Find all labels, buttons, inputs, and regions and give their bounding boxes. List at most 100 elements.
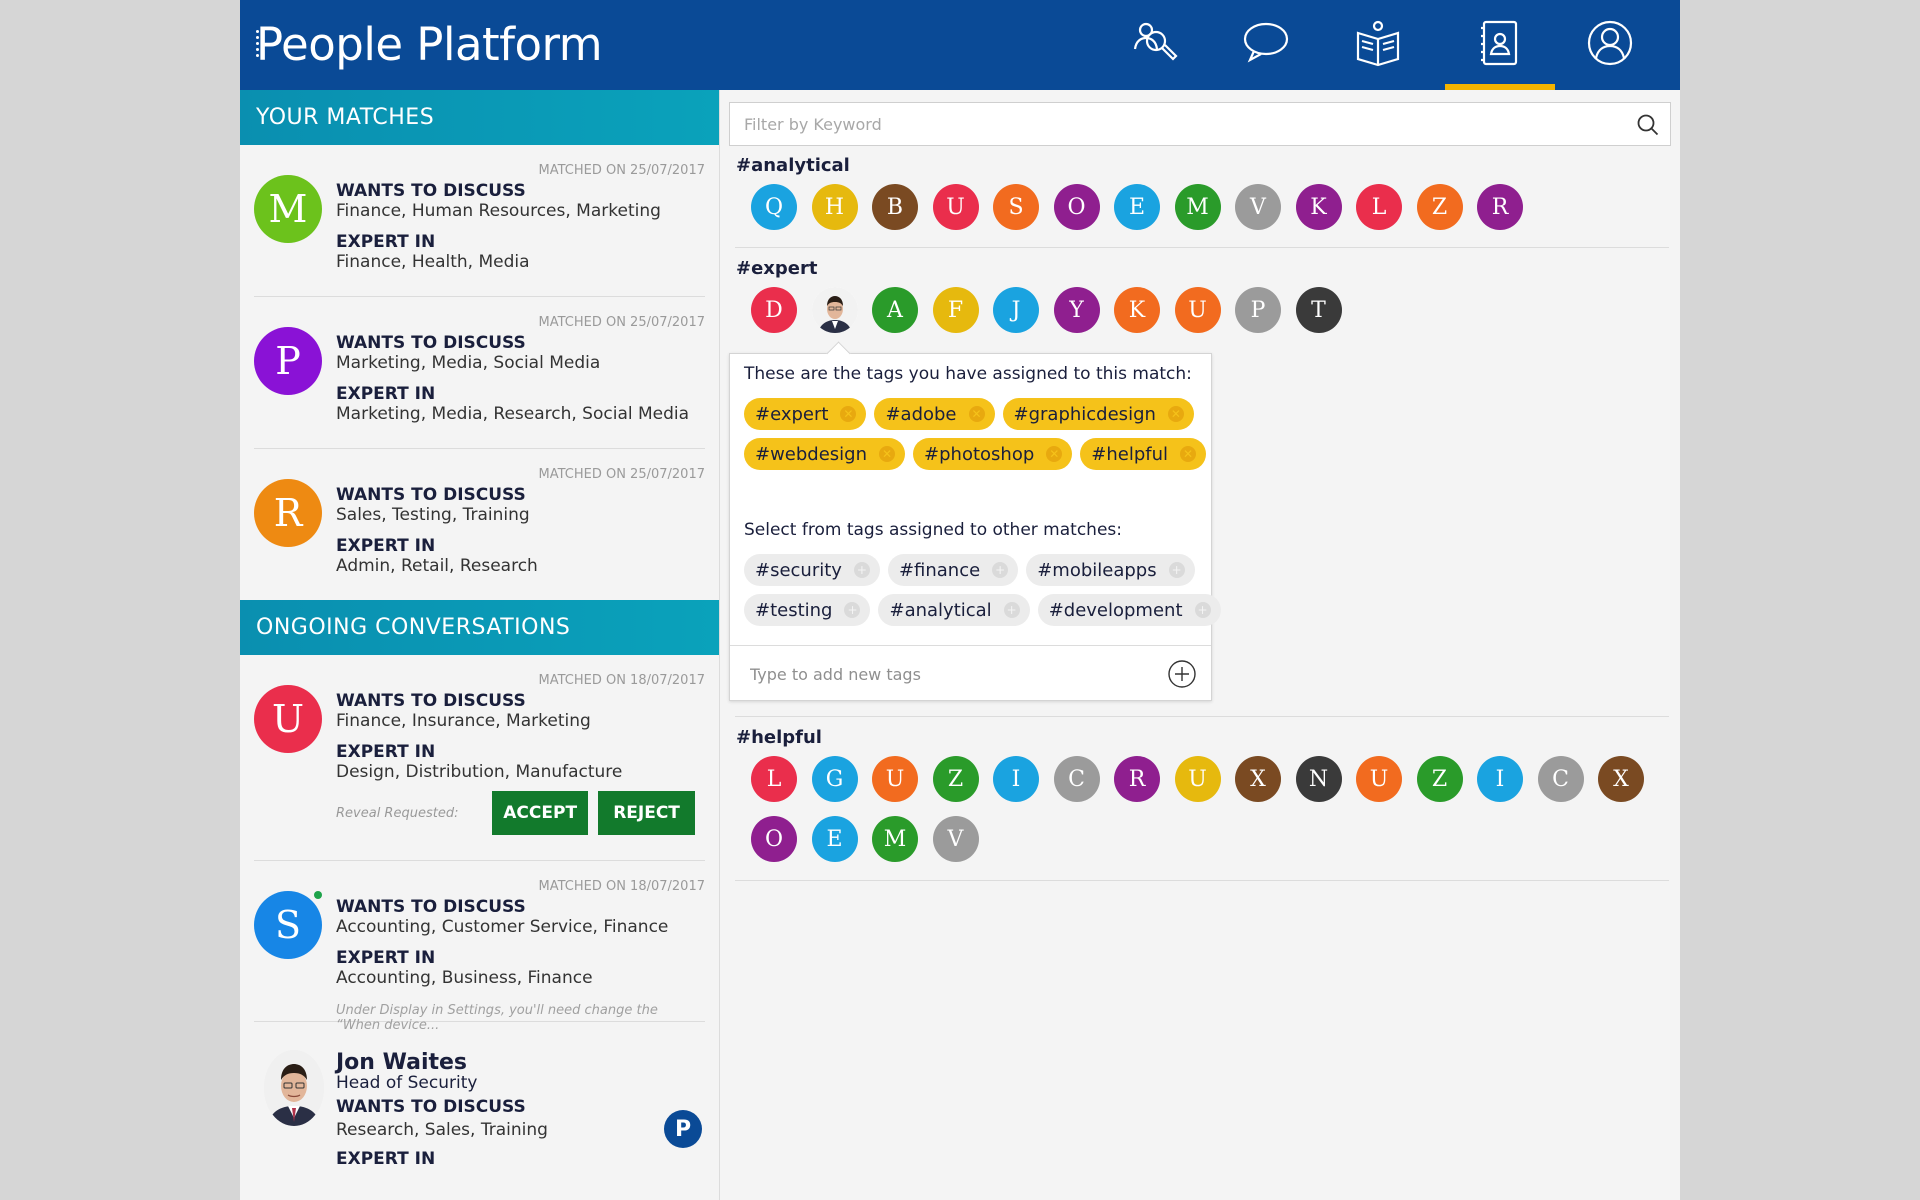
- person-avatar[interactable]: M: [1174, 184, 1221, 230]
- avatar: U: [254, 685, 322, 753]
- person-avatar[interactable]: X: [1235, 756, 1281, 802]
- main-panel: #analytical QHBUSOEMVKLZR #expert DAFJYK…: [721, 90, 1680, 1200]
- nav-profile[interactable]: [1555, 0, 1665, 90]
- search-icon[interactable]: [1636, 113, 1660, 137]
- remove-tag-icon[interactable]: ✕: [840, 406, 857, 422]
- expert-label: EXPERT IN: [336, 232, 436, 252]
- remove-tag-icon[interactable]: ✕: [879, 446, 896, 462]
- person-avatar[interactable]: Z: [1416, 184, 1463, 230]
- person-avatar[interactable]: K: [1114, 287, 1160, 333]
- nav-contacts[interactable]: [1445, 0, 1555, 90]
- assigned-tag[interactable]: #expert ✕: [744, 398, 867, 430]
- match-card[interactable]: MATCHED ON 25/07/2017 R WANTS TO DISCUSS…: [254, 449, 705, 600]
- person-photo-avatar[interactable]: [811, 287, 858, 333]
- group-title-analytical: #analytical: [736, 155, 850, 176]
- suggested-tag[interactable]: #security +: [744, 554, 880, 586]
- expert-topics: Marketing, Media, Research, Social Media: [336, 404, 690, 424]
- person-avatar[interactable]: D: [751, 287, 797, 333]
- person-avatar[interactable]: O: [751, 816, 797, 862]
- assigned-tag[interactable]: #webdesign ✕: [744, 438, 906, 470]
- person-avatar[interactable]: P: [1235, 287, 1281, 333]
- filter-input[interactable]: [730, 103, 1670, 145]
- group-title-expert: #expert: [736, 258, 818, 279]
- person-avatar[interactable]: Z: [932, 756, 979, 802]
- person-avatar[interactable]: R: [1477, 184, 1523, 230]
- nav-library[interactable]: [1323, 0, 1433, 90]
- match-card[interactable]: MATCHED ON 25/07/2017 P WANTS TO DISCUSS…: [254, 297, 705, 449]
- person-avatar[interactable]: K: [1295, 184, 1342, 230]
- person-avatar[interactable]: U: [872, 756, 918, 802]
- person-avatar[interactable]: Q: [751, 184, 797, 230]
- conversation-card[interactable]: MATCHED ON 18/07/2017 U WANTS TO DISCUSS…: [254, 655, 705, 861]
- person-avatar[interactable]: R: [1114, 756, 1160, 802]
- add-tag-icon[interactable]: +: [1168, 562, 1185, 578]
- suggested-tag[interactable]: #testing +: [744, 594, 871, 626]
- discuss-topics: Finance, Human Resources, Marketing: [336, 201, 661, 221]
- remove-tag-icon[interactable]: ✕: [1180, 446, 1197, 462]
- person-avatar[interactable]: L: [751, 756, 797, 802]
- person-avatar[interactable]: Z: [1416, 756, 1463, 802]
- add-tag-icon[interactable]: +: [1194, 602, 1211, 618]
- assigned-tag[interactable]: #graphicdesign ✕: [1002, 398, 1194, 430]
- add-tag-icon[interactable]: +: [853, 562, 870, 578]
- assigned-tag[interactable]: #helpful ✕: [1080, 438, 1207, 470]
- person-avatar[interactable]: X: [1598, 756, 1644, 802]
- person-avatar[interactable]: U: [1174, 756, 1221, 802]
- add-tag-plus-icon[interactable]: [1167, 659, 1197, 689]
- person-avatar[interactable]: V: [932, 816, 979, 862]
- person-avatar[interactable]: F: [932, 287, 979, 333]
- add-tag-icon[interactable]: +: [1003, 602, 1020, 618]
- suggested-tag[interactable]: #finance +: [887, 554, 1019, 586]
- nav-messages[interactable]: [1211, 0, 1321, 90]
- person-avatar[interactable]: U: [932, 184, 979, 230]
- avatar: S: [254, 891, 322, 959]
- add-tag-input[interactable]: [750, 660, 1150, 688]
- suggested-tag[interactable]: #mobileapps +: [1026, 554, 1195, 586]
- assigned-tag[interactable]: #photoshop ✕: [913, 438, 1073, 470]
- person-avatar[interactable]: E: [1114, 184, 1160, 230]
- tag-label: #finance: [898, 559, 981, 581]
- person-avatar[interactable]: H: [811, 184, 858, 230]
- reject-button[interactable]: REJECT: [598, 791, 695, 835]
- person-avatar[interactable]: S: [993, 184, 1039, 230]
- add-tag-icon[interactable]: +: [844, 602, 861, 618]
- person-avatar[interactable]: M: [872, 816, 918, 862]
- person-avatar[interactable]: I: [1477, 756, 1523, 802]
- conversation-card[interactable]: MATCHED ON 18/07/2017 S WANTS TO DISCUSS…: [254, 861, 705, 1033]
- person-avatar[interactable]: I: [993, 756, 1039, 802]
- person-avatar[interactable]: L: [1356, 184, 1402, 230]
- person-avatar[interactable]: T: [1295, 287, 1342, 333]
- person-avatar[interactable]: A: [872, 287, 918, 333]
- person-avatar[interactable]: N: [1295, 756, 1342, 802]
- person-avatar[interactable]: C: [1053, 756, 1100, 802]
- person-avatar[interactable]: B: [872, 184, 918, 230]
- remove-tag-icon[interactable]: ✕: [1046, 446, 1063, 462]
- add-tag-icon[interactable]: +: [992, 562, 1009, 578]
- person-avatar[interactable]: Y: [1053, 287, 1100, 333]
- suggested-tag[interactable]: #analytical +: [878, 594, 1030, 626]
- platform-badge-icon[interactable]: P: [664, 1110, 702, 1148]
- person-avatar[interactable]: J: [993, 287, 1039, 333]
- app-title: People Platform: [256, 18, 603, 71]
- person-avatar[interactable]: U: [1174, 287, 1221, 333]
- assigned-tags-label: These are the tags you have assigned to …: [744, 364, 1192, 384]
- remove-tag-icon[interactable]: ✕: [1167, 406, 1184, 422]
- profile-photo: [264, 1050, 324, 1126]
- contact-title: Head of Security: [336, 1073, 478, 1093]
- conversation-card[interactable]: Jon Waites Head of Security WANTS TO DIS…: [254, 1022, 705, 1172]
- tag-label: #testing: [755, 599, 833, 621]
- accept-button[interactable]: ACCEPT: [492, 791, 589, 835]
- top-bar: People Platform: [240, 0, 1680, 90]
- person-avatar[interactable]: V: [1235, 184, 1281, 230]
- nav-search-people[interactable]: [1099, 0, 1209, 90]
- person-avatar[interactable]: C: [1537, 756, 1584, 802]
- person-avatar[interactable]: G: [811, 756, 858, 802]
- person-avatar[interactable]: U: [1356, 756, 1402, 802]
- suggested-tag[interactable]: #development +: [1037, 594, 1221, 626]
- assigned-tag[interactable]: #adobe ✕: [874, 398, 995, 430]
- contact-book-icon: [1474, 17, 1526, 73]
- person-avatar[interactable]: O: [1053, 184, 1100, 230]
- match-card[interactable]: MATCHED ON 25/07/2017 M WANTS TO DISCUSS…: [254, 145, 705, 297]
- remove-tag-icon[interactable]: ✕: [968, 406, 985, 422]
- person-avatar[interactable]: E: [811, 816, 858, 862]
